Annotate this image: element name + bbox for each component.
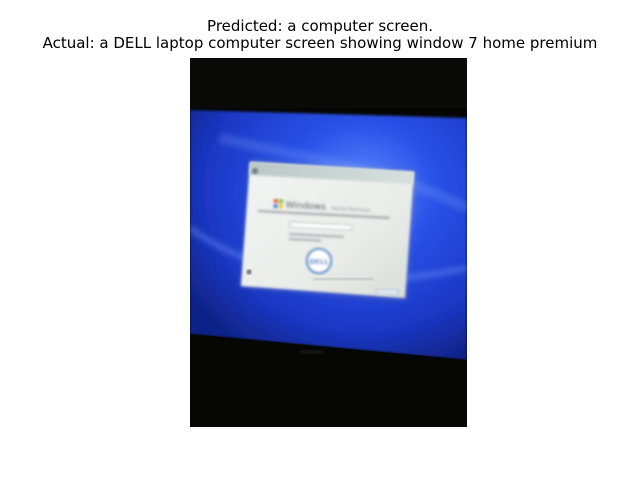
actual-caption: Actual: a DELL laptop computer screen sh…	[42, 34, 598, 52]
bezel-top	[190, 58, 467, 108]
bezel-brand-mark	[300, 350, 324, 354]
windows-flag-icon	[273, 199, 278, 204]
photo: Windows Home Premium DELL	[190, 58, 467, 427]
back-arrow-icon	[252, 168, 258, 174]
dell-logo: DELL	[306, 248, 332, 274]
dell-logo-text: DELL	[309, 258, 329, 266]
dialog-footer-text	[313, 278, 373, 280]
setup-dialog: Windows Home Premium DELL	[240, 160, 416, 300]
next-button	[375, 288, 399, 296]
photo-canvas: Windows Home Premium DELL	[190, 58, 467, 427]
accessibility-icon	[246, 269, 252, 275]
predicted-caption: Predicted: a computer screen.	[207, 17, 433, 35]
windows-logo-text: Windows	[285, 201, 326, 213]
